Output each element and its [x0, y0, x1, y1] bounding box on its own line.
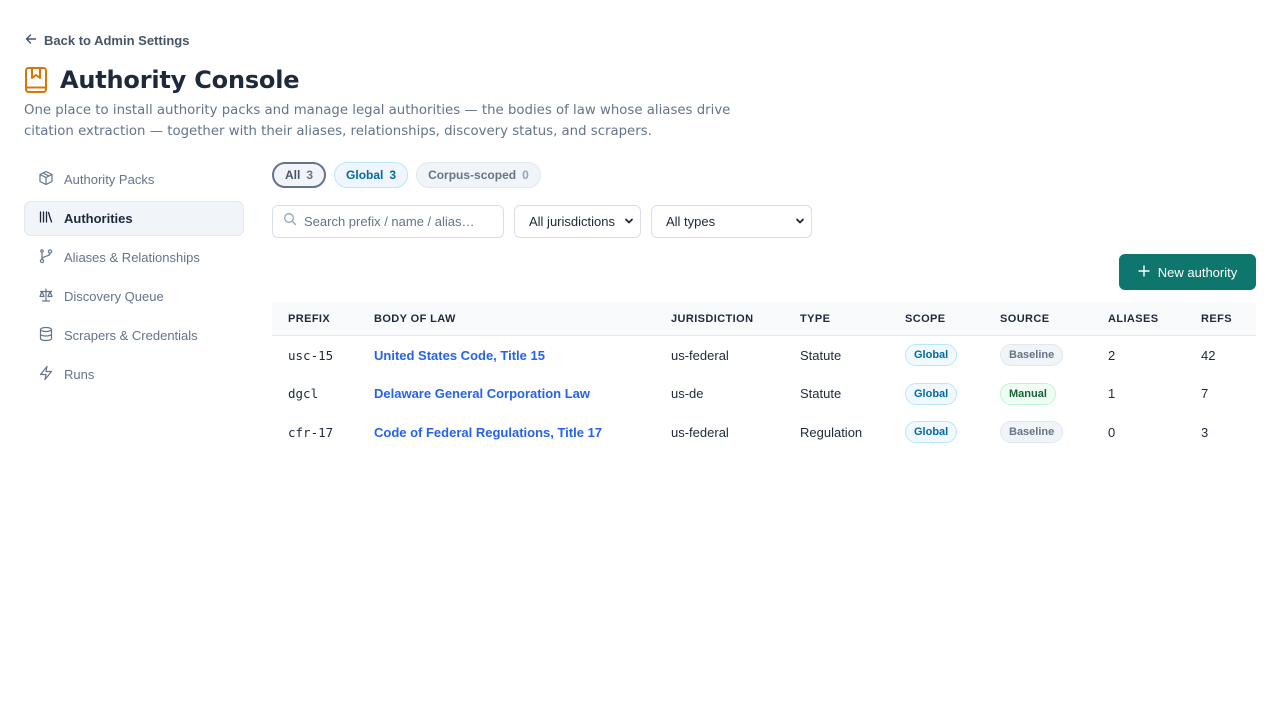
cell-body-of-law-link[interactable]: Code of Federal Regulations, Title 17 — [374, 425, 602, 440]
source-badge: Manual — [1000, 382, 1056, 405]
table-row[interactable]: dgcl Delaware General Corporation Law us… — [272, 375, 1256, 414]
source-badge: Baseline — [1000, 421, 1064, 444]
new-authority-button[interactable]: New authority — [1119, 254, 1256, 290]
search-input[interactable] — [304, 214, 494, 229]
cell-refs: 7 — [1201, 386, 1209, 402]
search-field[interactable] — [272, 205, 504, 238]
sidebar-item-scrapers-credentials[interactable]: Scrapers & Credentials — [24, 318, 244, 353]
header-type: TYPE — [800, 312, 831, 325]
type-select[interactable]: All types — [651, 205, 812, 238]
table-row[interactable]: cfr-17 Code of Federal Regulations, Titl… — [272, 413, 1256, 452]
chip-count: 3 — [306, 168, 314, 182]
type-select-value: All types — [666, 214, 716, 229]
sidebar-nav: Authority Packs Authorities Aliases & Re… — [24, 162, 244, 396]
chip-corpus-scoped[interactable]: Corpus-scoped 0 — [416, 162, 541, 188]
sidebar-item-label: Aliases & Relationships — [64, 250, 200, 265]
cell-type: Statute — [800, 386, 842, 402]
cell-jurisdiction: us-de — [671, 386, 704, 402]
table-header: PREFIX BODY OF LAW JURISDICTION TYPE SCO… — [272, 302, 1256, 336]
jurisdiction-select[interactable]: All jurisdictions — [514, 205, 641, 238]
sidebar-item-label: Scrapers & Credentials — [64, 328, 198, 343]
scope-badge: Global — [905, 344, 958, 367]
cell-refs: 42 — [1201, 347, 1216, 363]
package-icon — [38, 170, 54, 189]
cell-prefix: usc-15 — [288, 347, 334, 363]
book-bookmark-icon — [24, 66, 48, 94]
filter-bar: All jurisdictions All types — [272, 205, 1256, 238]
chip-all[interactable]: All 3 — [272, 162, 327, 188]
cell-aliases: 0 — [1108, 424, 1116, 440]
chip-count: 0 — [522, 168, 529, 182]
sidebar-item-discovery-queue[interactable]: Discovery Queue — [24, 279, 244, 314]
page-description: One place to install authority packs and… — [24, 103, 731, 139]
arrow-left-icon — [24, 32, 38, 49]
sidebar-item-label: Authorities — [64, 211, 133, 226]
authorities-table: PREFIX BODY OF LAW JURISDICTION TYPE SCO… — [272, 302, 1256, 452]
cell-body-of-law-link[interactable]: Delaware General Corporation Law — [374, 386, 590, 401]
sidebar-item-authorities[interactable]: Authorities — [24, 201, 244, 236]
sidebar-item-authority-packs[interactable]: Authority Packs — [24, 162, 244, 197]
main-content: All 3 Global 3 Corpus-scoped 0 All juris… — [272, 162, 1256, 444]
sidebar-item-label: Runs — [64, 367, 95, 382]
chip-global[interactable]: Global 3 — [334, 162, 409, 188]
back-to-admin-link[interactable]: Back to Admin Settings — [24, 32, 189, 48]
sidebar-item-label: Discovery Queue — [64, 289, 164, 304]
chip-label: Corpus-scoped — [428, 168, 517, 182]
header-jurisdiction: JURISDICTION — [671, 312, 754, 325]
cell-body-of-law-link[interactable]: United States Code, Title 15 — [374, 348, 545, 363]
scope-badge: Global — [905, 421, 958, 444]
source-badge: Baseline — [1000, 344, 1064, 367]
search-icon — [283, 212, 297, 231]
scale-icon — [38, 287, 54, 306]
chip-label: Global — [346, 168, 384, 182]
cell-aliases: 2 — [1108, 347, 1116, 363]
chip-count: 3 — [389, 168, 397, 182]
cell-prefix: cfr-17 — [288, 424, 334, 440]
cell-type: Regulation — [800, 424, 863, 440]
zap-icon — [38, 365, 54, 384]
back-link-label: Back to Admin Settings — [44, 32, 190, 48]
header-aliases: ALIASES — [1108, 312, 1159, 325]
header-prefix: PREFIX — [288, 312, 331, 325]
jurisdiction-select-value: All jurisdictions — [529, 214, 615, 229]
cell-prefix: dgcl — [288, 386, 319, 402]
chevron-down-icon — [795, 214, 805, 229]
scope-filter-chips: All 3 Global 3 Corpus-scoped 0 — [272, 162, 1256, 188]
cell-jurisdiction: us-federal — [671, 424, 729, 440]
git-branch-icon — [38, 248, 54, 267]
header-scope: SCOPE — [905, 312, 946, 325]
header-source: SOURCE — [1000, 312, 1050, 325]
sidebar-item-aliases-relationships[interactable]: Aliases & Relationships — [24, 240, 244, 275]
sidebar-item-label: Authority Packs — [64, 172, 155, 187]
sidebar-item-runs[interactable]: Runs — [24, 357, 244, 392]
library-icon — [38, 209, 54, 228]
cell-type: Statute — [800, 347, 842, 363]
table-row[interactable]: usc-15 United States Code, Title 15 us-f… — [272, 336, 1256, 375]
database-icon — [38, 326, 54, 345]
cell-aliases: 1 — [1108, 386, 1116, 402]
chevron-down-icon — [624, 214, 634, 229]
plus-icon — [1138, 264, 1150, 280]
cell-jurisdiction: us-federal — [671, 347, 729, 363]
new-authority-label: New authority — [1157, 264, 1238, 280]
page-title: Authority Console — [60, 66, 300, 94]
page-header: Authority Console — [24, 66, 300, 94]
header-refs: REFS — [1201, 312, 1232, 325]
header-body-of-law: BODY OF LAW — [374, 312, 456, 325]
chip-label: All — [285, 168, 301, 182]
cell-refs: 3 — [1201, 424, 1209, 440]
scope-badge: Global — [905, 382, 958, 405]
